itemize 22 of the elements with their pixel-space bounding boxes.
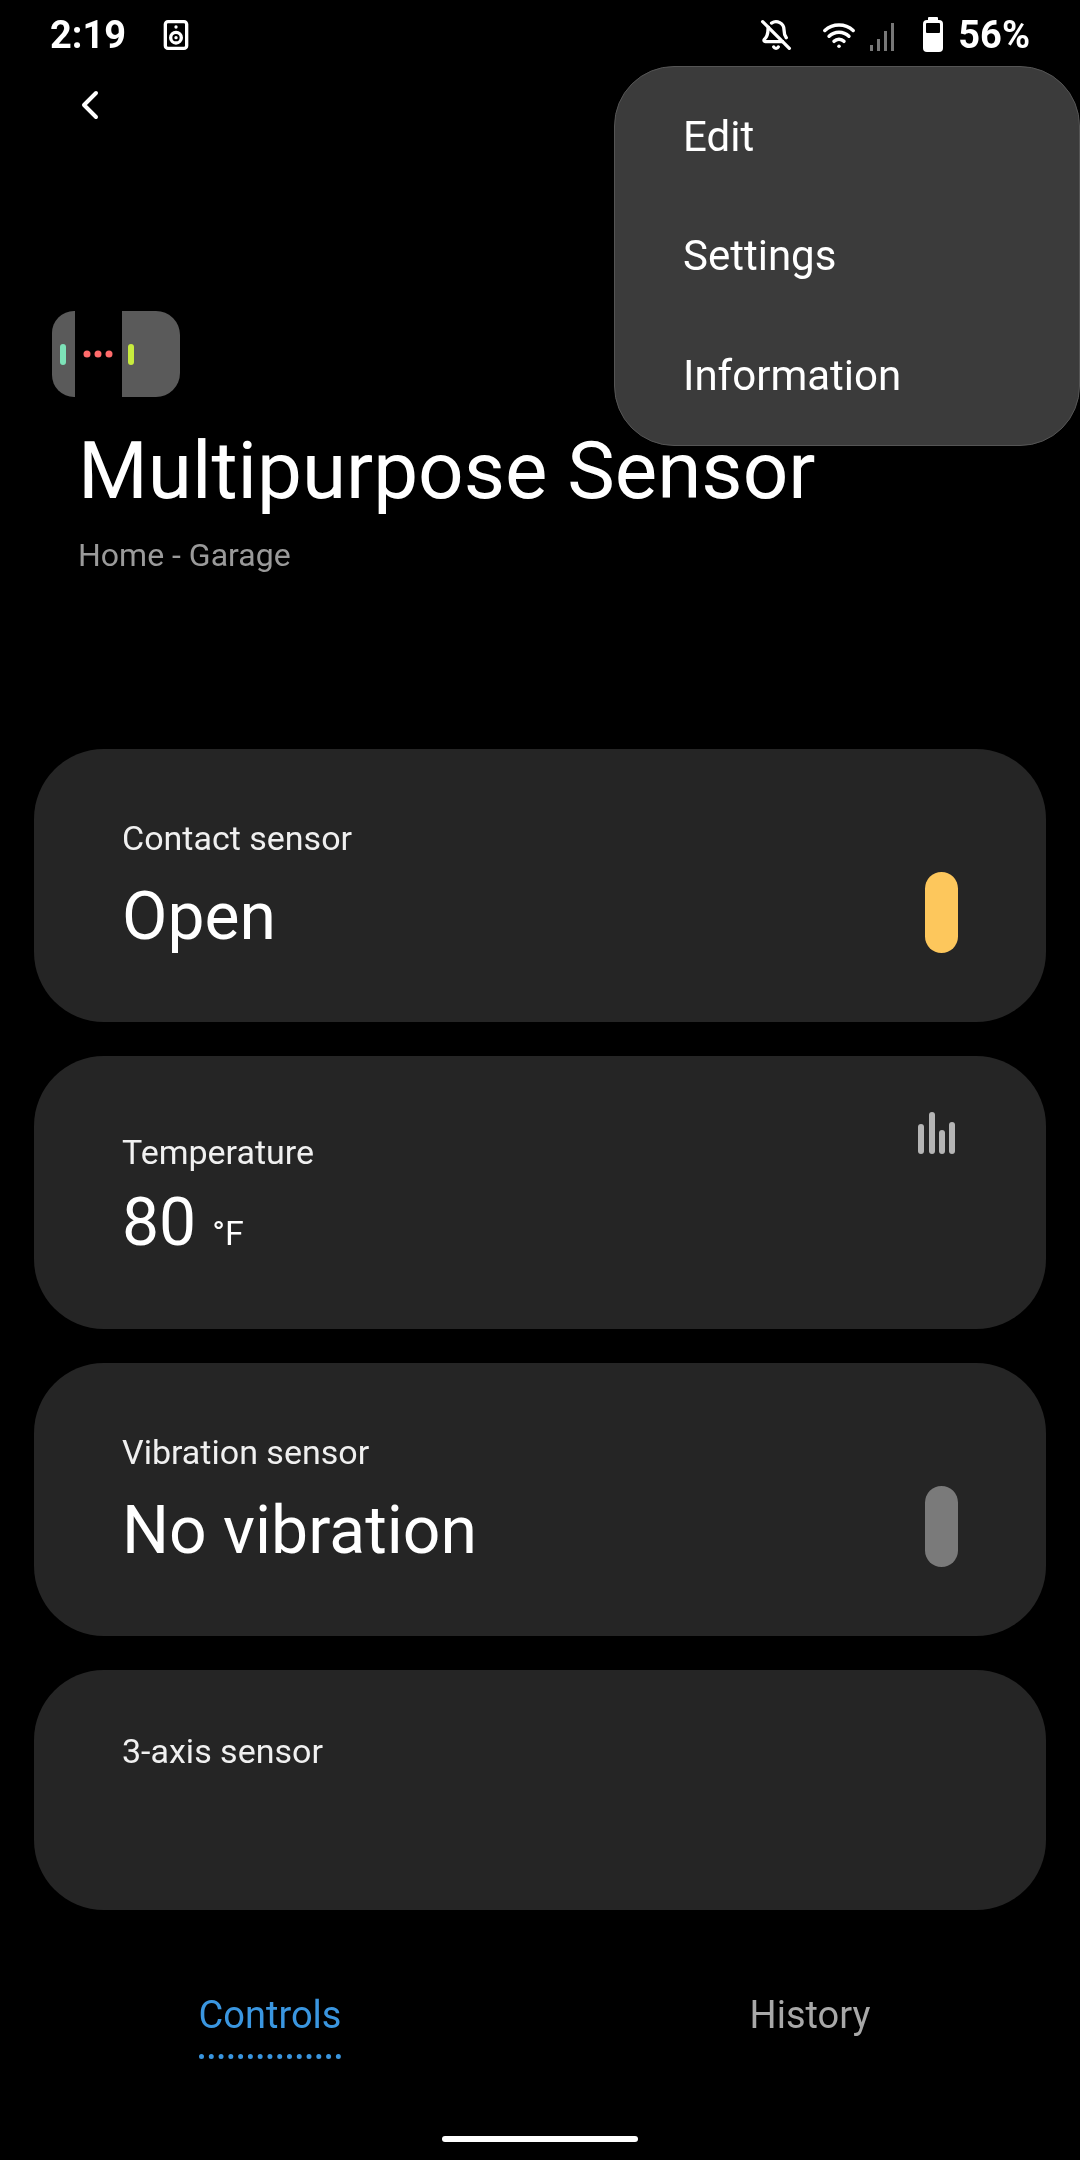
tab[interactable]: History [749,1987,871,2059]
sensor-card[interactable]: Vibration sensor No vibration [34,1363,1046,1636]
device-location: Home - Garage [77,535,292,576]
status-time: 2:19 [50,11,127,59]
status-value: No vibration [122,1490,477,1571]
card-label: Temperature [122,1130,315,1174]
temperature-value: 80 [122,1189,197,1256]
menu-item[interactable]: Settings [615,196,1079,316]
status-value: Open [122,876,277,957]
tab[interactable]: Controls [198,1987,342,2059]
card-label: Vibration sensor [122,1430,371,1474]
sensor-card[interactable]: Contact sensor Open [34,749,1046,1022]
card-label: 3-axis sensor [122,1730,324,1773]
unit-label: °F [212,1211,244,1255]
bell-off-icon [760,19,793,51]
sensor-device-icon [52,311,180,397]
battery-icon [922,17,945,53]
card-label: Contact sensor [122,816,353,860]
sensor-card[interactable]: Temperature 80 °F [34,1056,1046,1329]
chart-icon[interactable] [918,1112,958,1154]
battery-percent: 56% [958,11,1030,59]
menu-item[interactable]: Edit [615,77,1079,197]
